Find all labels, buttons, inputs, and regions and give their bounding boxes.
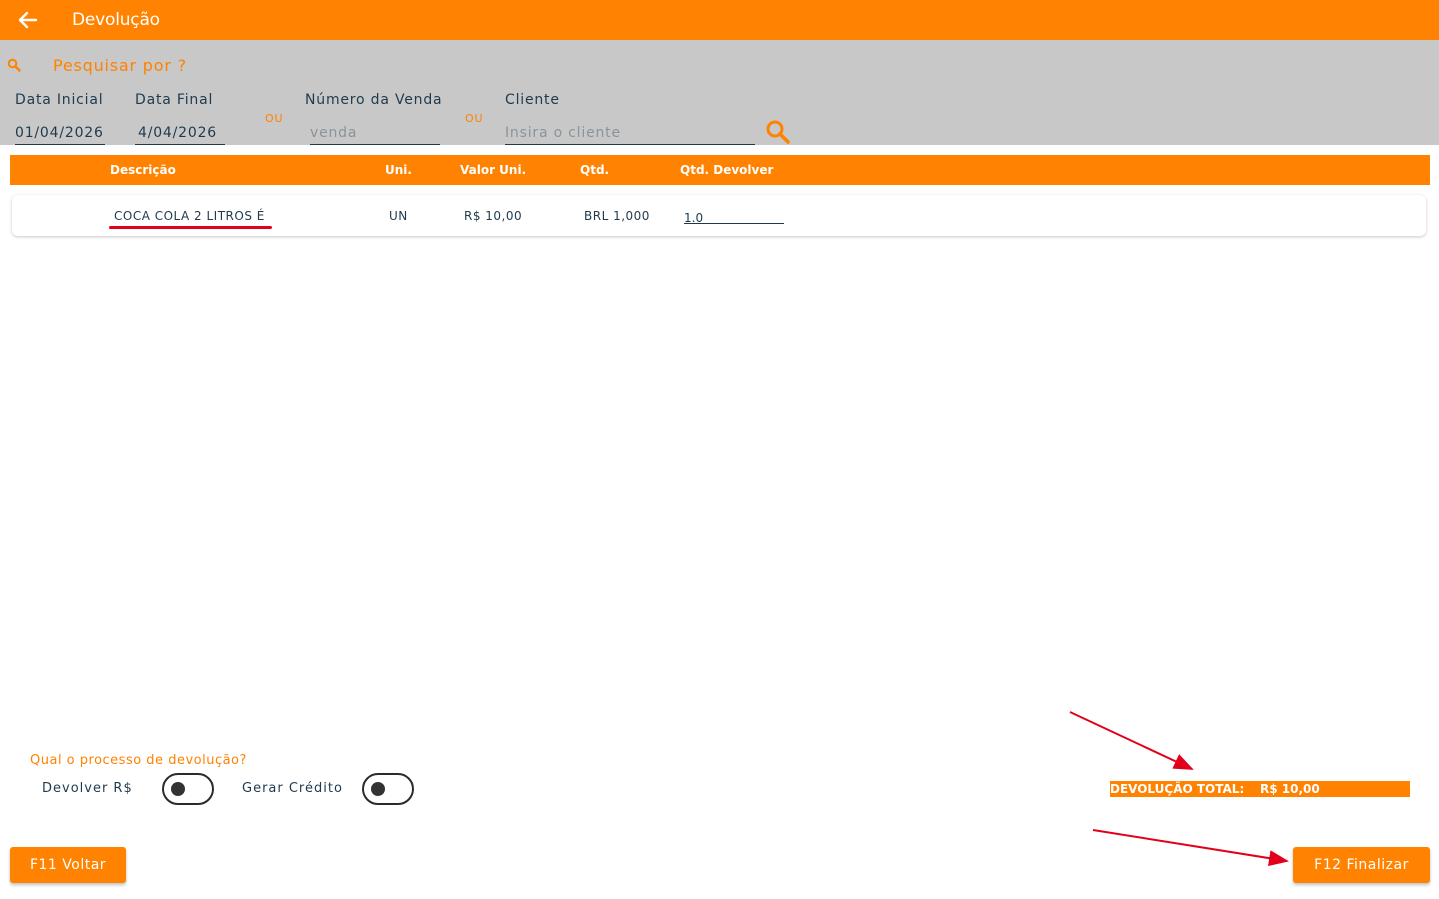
row-qty: BRL 1,000 (584, 209, 650, 223)
search-button[interactable] (764, 118, 792, 146)
back-button[interactable] (16, 9, 40, 31)
client-input[interactable] (505, 122, 755, 144)
back-button-f11[interactable]: F11 Voltar (10, 847, 126, 883)
column-header-qty: Qtd. (580, 163, 610, 177)
column-header-description: Descrição (110, 163, 176, 177)
sale-number-field[interactable] (310, 122, 440, 145)
sale-number-label: Número da Venda (305, 92, 443, 108)
date-end-input[interactable] (135, 122, 225, 144)
annotation-underline (109, 226, 272, 229)
client-field[interactable] (505, 122, 755, 145)
finish-button-f12[interactable]: F12 Finalizar (1293, 847, 1430, 883)
arrow-left-icon (18, 11, 38, 29)
total-label: DEVOLUÇÃO TOTAL: (1110, 782, 1245, 796)
credit-toggle[interactable] (362, 773, 414, 805)
row-unit-price: R$ 10,00 (464, 209, 523, 223)
magnifier-icon (766, 120, 790, 144)
qty-return-field[interactable] (684, 207, 784, 225)
date-end-field[interactable] (135, 122, 225, 145)
annotation-arrow (1092, 829, 1289, 867)
column-header-unit: Uni. (385, 163, 412, 177)
qty-return-input[interactable] (684, 211, 784, 225)
or-separator: OU (465, 112, 484, 125)
refund-toggle[interactable] (162, 773, 214, 805)
search-filter-panel: Pesquisar por ? Data Inicial Data Final … (0, 40, 1439, 145)
sale-number-input[interactable] (310, 122, 440, 144)
annotation-arrow (1069, 711, 1194, 770)
client-label: Cliente (505, 92, 560, 108)
refund-toggle-label: Devolver R$ (42, 781, 133, 796)
total-value: R$ 10,00 (1260, 782, 1320, 796)
or-separator: OU (265, 112, 284, 125)
row-unit: UN (389, 209, 408, 223)
table-header: Descrição Uni. Valor Uni. Qtd. Qtd. Devo… (10, 155, 1430, 185)
return-process-question: Qual o processo de devolução? (30, 753, 247, 768)
return-screen: Devolução Pesquisar por ? Data Inicial D… (0, 0, 1439, 899)
credit-toggle-label: Gerar Crédito (242, 781, 343, 796)
column-header-unit-price: Valor Uni. (460, 163, 527, 177)
date-start-input[interactable] (15, 122, 105, 144)
date-start-label: Data Inicial (15, 92, 104, 108)
app-bar: Devolução (0, 0, 1439, 40)
toggle-knob (371, 782, 385, 796)
toggle-knob (171, 782, 185, 796)
search-icon (7, 58, 21, 72)
date-start-field[interactable] (15, 122, 105, 145)
row-description: COCA COLA 2 LITROS É (114, 209, 265, 223)
page-title: Devolução (72, 10, 160, 30)
column-header-qty-return: Qtd. Devolver (680, 163, 774, 177)
total-bar: DEVOLUÇÃO TOTAL: R$ 10,00 (1110, 781, 1410, 797)
table-row[interactable]: COCA COLA 2 LITROS É UN R$ 10,00 BRL 1,0… (12, 195, 1426, 236)
search-prompt: Pesquisar por ? (53, 56, 187, 75)
date-end-label: Data Final (135, 92, 214, 108)
